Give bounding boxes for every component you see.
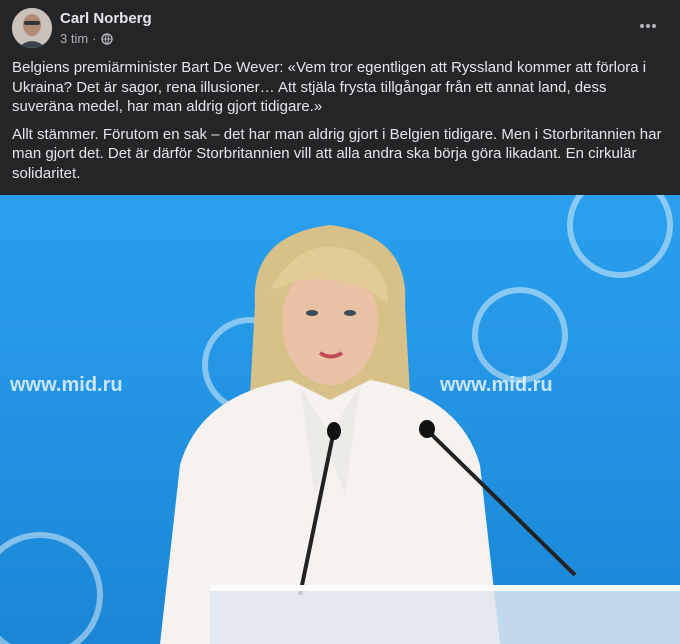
post-paragraph-1: Belgiens premiärminister Bart De Wever: … xyxy=(12,59,647,115)
post-meta: 3 tim · xyxy=(60,31,113,46)
glass-podium xyxy=(210,585,680,644)
avatar[interactable] xyxy=(12,8,52,48)
author-name[interactable]: Carl Norberg xyxy=(60,10,152,27)
post-header: Carl Norberg 3 tim · xyxy=(12,8,668,48)
backdrop-text-left: www.mid.ru xyxy=(9,374,123,396)
backdrop-text-right: www.mid.ru xyxy=(439,374,553,396)
post-text: Belgiens premiärminister Bart De Wever: … xyxy=(12,58,666,191)
meta-separator: · xyxy=(92,31,97,46)
more-options-icon[interactable] xyxy=(636,16,660,36)
post-photo[interactable]: www.mid.ru www.mid.ru xyxy=(0,195,680,644)
facebook-post: Carl Norberg 3 tim · Belgiens premiärmin… xyxy=(0,0,680,644)
post-paragraph-2: Allt stämmer. Förutom en sak – det har m… xyxy=(12,125,662,182)
post-time[interactable]: 3 tim xyxy=(60,31,88,46)
globe-icon xyxy=(100,32,113,45)
